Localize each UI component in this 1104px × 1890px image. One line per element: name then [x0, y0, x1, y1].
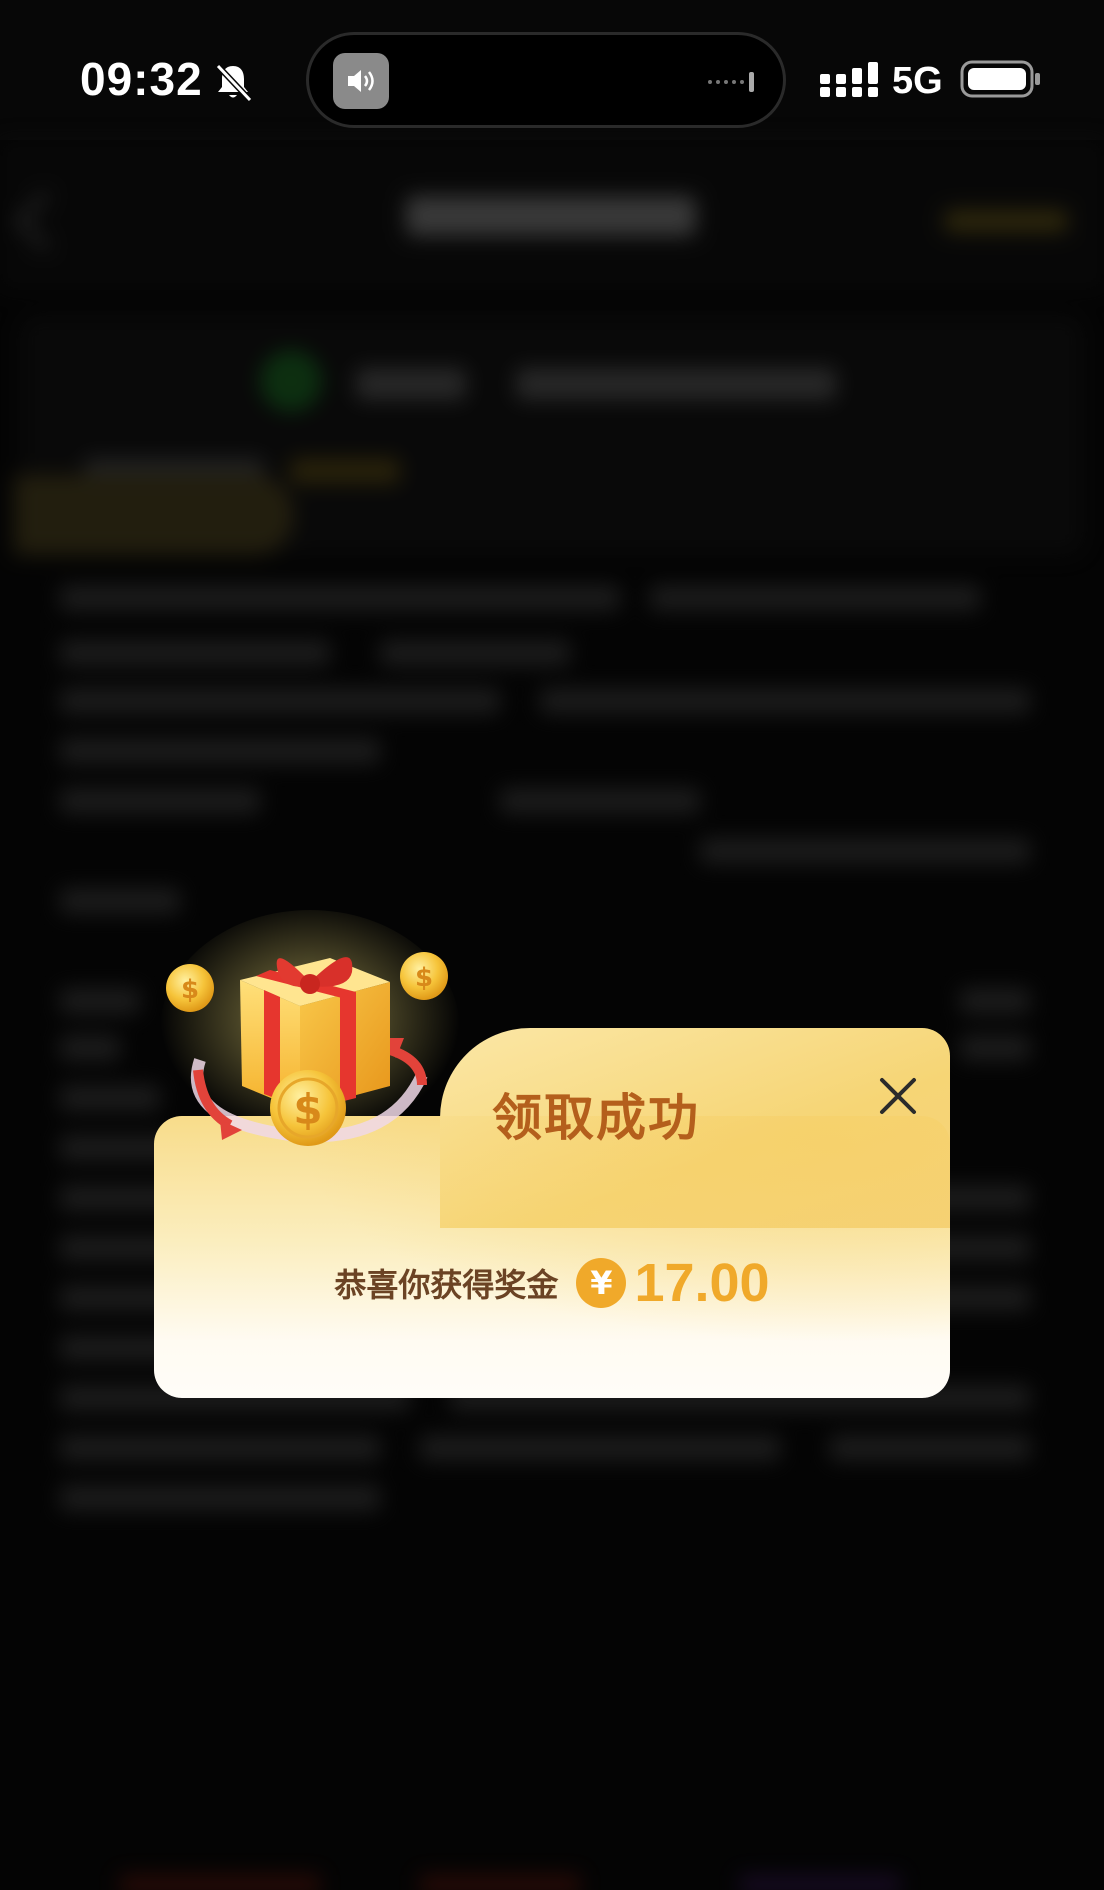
close-button[interactable] — [870, 1068, 926, 1124]
reward-label: 恭喜你获得奖金 — [334, 1266, 559, 1304]
signal-icon — [820, 62, 878, 97]
bell-slash-icon — [215, 63, 252, 102]
reward-amount: 17.00 — [634, 1253, 770, 1313]
gift-box-icon: $ $ $ — [160, 910, 460, 1150]
status-time: 09:32 — [80, 53, 203, 105]
status-bar: 09:32 5G — [0, 0, 1104, 160]
speaker-icon — [333, 53, 389, 109]
battery-icon — [960, 60, 1040, 98]
network-type: 5G — [892, 60, 943, 102]
dynamic-island — [306, 32, 786, 128]
reward-row: 恭喜你获得奖金 ¥ 17.00 — [154, 1248, 950, 1318]
yuan-icon: ¥ — [576, 1258, 627, 1308]
volume-level-icon — [708, 72, 754, 92]
svg-text:$: $ — [181, 975, 199, 1005]
svg-text:$: $ — [293, 1085, 322, 1134]
dialog-title: 领取成功 — [492, 1089, 700, 1147]
screen: 09:32 5G 领取成功 恭喜你获得奖金 ¥ 17.00 $ $ $ — [0, 0, 1104, 1890]
svg-text:$: $ — [415, 963, 433, 993]
